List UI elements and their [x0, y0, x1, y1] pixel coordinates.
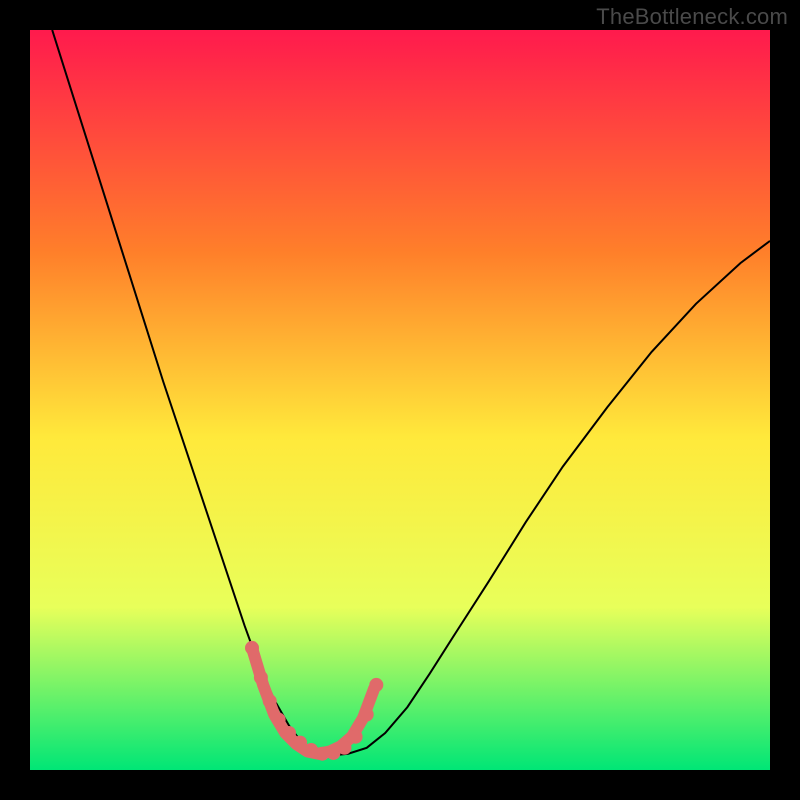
- chart-frame: TheBottleneck.com: [0, 0, 800, 800]
- trough-dots-point: [369, 678, 383, 692]
- watermark-text: TheBottleneck.com: [596, 4, 788, 30]
- gradient-background: [30, 30, 770, 770]
- trough-dots-point: [349, 730, 363, 744]
- trough-dots-point: [263, 694, 277, 708]
- chart-svg: [30, 30, 770, 770]
- trough-dots-point: [245, 641, 259, 655]
- plot-area: [30, 30, 770, 770]
- trough-dots-point: [338, 741, 352, 755]
- trough-dots-point: [272, 713, 286, 727]
- trough-dots-point: [254, 671, 268, 685]
- trough-dots-point: [360, 708, 374, 722]
- trough-dots-point: [282, 726, 296, 740]
